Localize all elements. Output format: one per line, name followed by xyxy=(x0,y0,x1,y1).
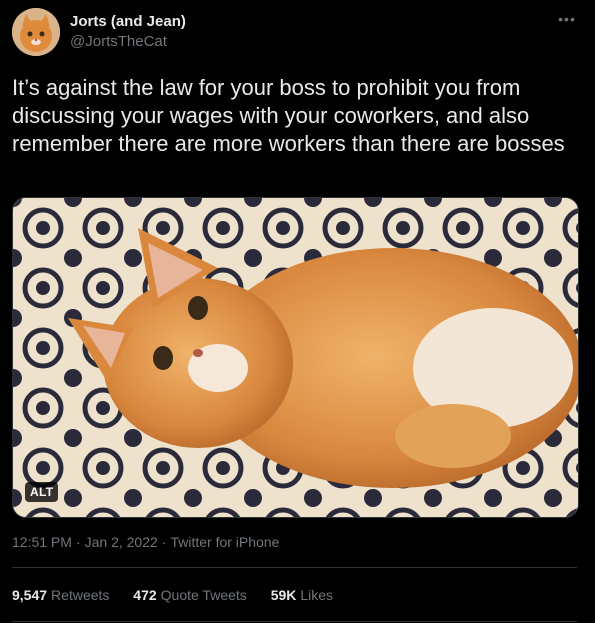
tweet-media-photo[interactable] xyxy=(12,197,579,518)
likes-count: 59K xyxy=(270,587,297,603)
divider-bottom xyxy=(12,621,577,622)
tweet-text: It’s against the law for your boss to pr… xyxy=(12,75,565,156)
retweets-count: 9,547 xyxy=(12,587,48,603)
quote-tweets-stat[interactable]: 472 Quote Tweets xyxy=(133,587,247,603)
quote-tweets-label: Quote Tweets xyxy=(160,587,247,603)
author-display-name[interactable]: Jorts (and Jean) xyxy=(70,13,186,30)
orange-cat-photo xyxy=(13,198,578,517)
alt-text-badge[interactable]: ALT xyxy=(25,482,59,502)
tweet: Jorts (and Jean) @JortsTheCat ••• It’s a… xyxy=(0,0,595,623)
likes-label: Likes xyxy=(300,587,334,603)
more-options-icon[interactable]: ••• xyxy=(557,10,577,28)
author-avatar[interactable] xyxy=(12,8,60,56)
meta-separator: · xyxy=(161,534,167,550)
meta-separator: · xyxy=(75,534,81,550)
cat-avatar-icon xyxy=(12,8,60,56)
divider-top xyxy=(12,567,577,568)
tweet-stats: 9,547 Retweets 472 Quote Tweets 59K Likes xyxy=(12,587,353,603)
tweet-date[interactable]: Jan 2, 2022 xyxy=(85,534,158,550)
retweets-stat[interactable]: 9,547 Retweets xyxy=(12,587,109,603)
tweet-time[interactable]: 12:51 PM xyxy=(12,534,72,550)
likes-stat[interactable]: 59K Likes xyxy=(271,587,333,603)
tweet-metadata: 12:51 PM · Jan 2, 2022 · Twitter for iPhone xyxy=(12,534,279,550)
quote-tweets-count: 472 xyxy=(133,587,157,603)
tweet-source[interactable]: Twitter for iPhone xyxy=(170,534,279,550)
retweets-label: Retweets xyxy=(51,587,110,603)
author-handle[interactable]: @JortsTheCat xyxy=(70,33,167,50)
